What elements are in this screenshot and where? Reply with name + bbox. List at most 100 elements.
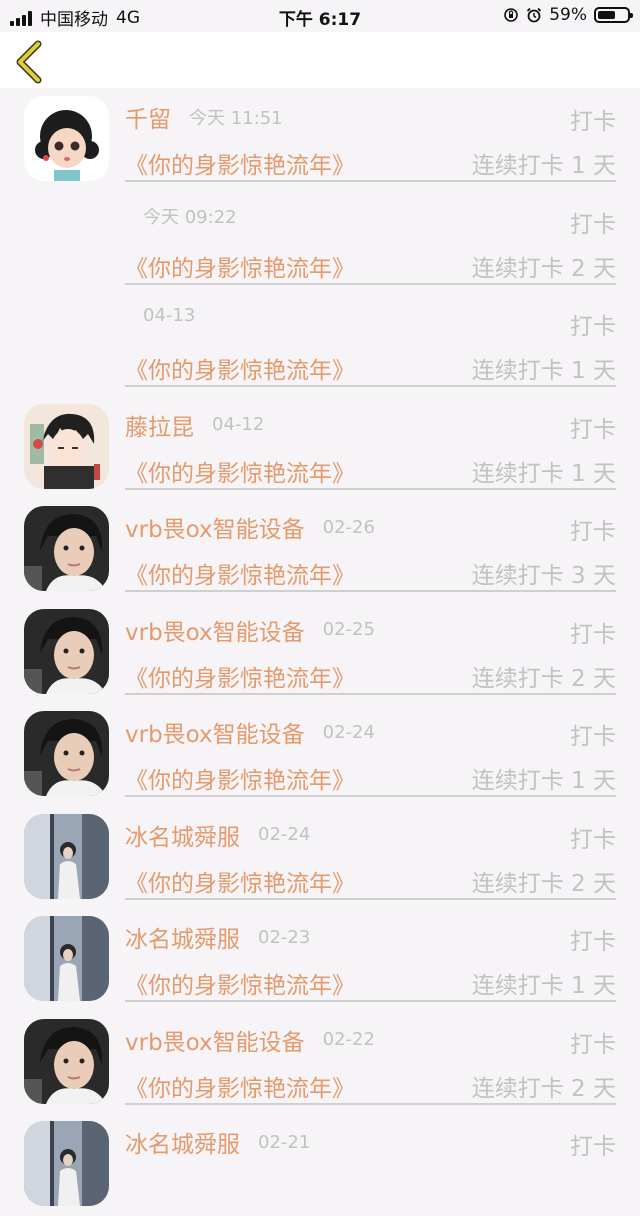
checkin-label: 打卡: [570, 109, 616, 135]
record-header: vrb畏ox智能设备 02-22 打卡: [125, 1023, 616, 1059]
book-title[interactable]: 《你的身影惊艳流年》: [125, 146, 355, 180]
checkin-row[interactable]: vrb畏ox智能设备 02-26 打卡《你的身影惊艳流年》 连续打卡 3 天: [0, 498, 640, 601]
battery-percent: 59%: [549, 5, 587, 25]
checkin-row[interactable]: vrb畏ox智能设备 02-22 打卡《你的身影惊艳流年》 连续打卡 2 天: [0, 1011, 640, 1114]
book-title[interactable]: 《你的身影惊艳流年》: [125, 864, 355, 898]
checkin-label: 打卡: [570, 519, 616, 545]
streak-count: 连续打卡 1 天: [471, 768, 616, 794]
checkin-row[interactable]: vrb畏ox智能设备 02-24 打卡《你的身影惊艳流年》 连续打卡 1 天: [0, 703, 640, 806]
checkin-label: 打卡: [570, 416, 616, 443]
user-name[interactable]: 冰名城舜服: [125, 927, 240, 953]
record-time: 02-23: [258, 926, 311, 948]
checkin-label: 打卡: [570, 1134, 616, 1160]
record-time: 02-21: [258, 1131, 311, 1153]
battery-icon: [594, 7, 633, 23]
orientation-lock-icon: [504, 8, 519, 22]
record-header: 04-13 打卡: [125, 305, 616, 341]
user-name[interactable]: vrb畏ox智能设备: [125, 517, 305, 543]
avatar[interactable]: [24, 96, 109, 181]
streak-count: 连续打卡 1 天: [471, 973, 616, 999]
record-time: 04-12: [212, 414, 265, 435]
book-title[interactable]: 《你的身影惊艳流年》: [125, 659, 355, 693]
record-time: 02-26: [322, 516, 375, 538]
chevron-left-icon: [16, 40, 42, 84]
streak-count: 连续打卡 2 天: [471, 870, 616, 897]
book-title[interactable]: 《你的身影惊艳流年》: [125, 761, 355, 795]
record-header: 千留 今天 11:51 打卡: [125, 100, 616, 136]
nav-bar: [0, 32, 640, 88]
record-header: 冰名城舜服 02-21 打卡: [125, 1125, 616, 1161]
record-detail: 《你的身影惊艳流年》 连续打卡 2 天: [125, 862, 616, 900]
record-header: vrb畏ox智能设备 02-26 打卡: [125, 510, 616, 546]
user-name[interactable]: vrb畏ox智能设备: [125, 620, 305, 646]
record-header: vrb畏ox智能设备 02-25 打卡: [125, 613, 616, 649]
record-detail: 《你的身影惊艳流年》 连续打卡 2 天: [125, 1067, 616, 1105]
record-detail: 《你的身影惊艳流年》 连续打卡 1 天: [125, 759, 616, 797]
user-name[interactable]: 千留: [125, 107, 171, 133]
streak-count: 连续打卡 1 天: [471, 460, 616, 487]
avatar[interactable]: [24, 711, 109, 796]
book-title[interactable]: 《你的身影惊艳流年》: [125, 249, 355, 283]
avatar[interactable]: [24, 608, 109, 694]
record-time: 今天 11:51: [189, 108, 283, 129]
record-header: 今天 09:22 打卡: [125, 203, 616, 239]
record-detail: 《你的身影惊艳流年》 连续打卡 2 天: [125, 657, 616, 695]
record-header: 藤拉昆 04-12 打卡: [125, 408, 616, 444]
checkin-row[interactable]: 冰名城舜服 02-21 打卡: [0, 1113, 640, 1216]
checkin-row[interactable]: 千留 今天 11:51 打卡《你的身影惊艳流年》 连续打卡 1 天: [0, 88, 640, 191]
user-name[interactable]: vrb畏ox智能设备: [125, 722, 305, 748]
checkin-row[interactable]: 今天 09:22 打卡《你的身影惊艳流年》 连续打卡 2 天: [0, 191, 640, 294]
checkin-label: 打卡: [570, 1031, 616, 1058]
record-detail: 《你的身影惊艳流年》 连续打卡 3 天: [125, 554, 616, 592]
record-header: 冰名城舜服 02-24 打卡: [125, 818, 616, 854]
record-time: 04-13: [143, 305, 196, 326]
record-detail: 《你的身影惊艳流年》 连续打卡 1 天: [125, 144, 616, 182]
streak-count: 连续打卡 2 天: [471, 255, 616, 282]
checkin-row[interactable]: 藤拉昆 04-12 打卡《你的身影惊艳流年》 连续打卡 1 天: [0, 396, 640, 499]
checkin-label: 打卡: [570, 826, 616, 853]
checkin-label: 打卡: [570, 724, 616, 750]
record-detail: 《你的身影惊艳流年》 连续打卡 2 天: [125, 247, 616, 285]
record-header: 冰名城舜服 02-23 打卡: [125, 920, 616, 956]
user-name[interactable]: 冰名城舜服: [125, 1132, 240, 1158]
checkin-list: 千留 今天 11:51 打卡 《你的身影惊艳流年》 连续打卡 1 天今天 09:22 打卡…: [0, 88, 640, 1216]
checkin-label: 打卡: [570, 929, 616, 955]
record-time: 02-24: [322, 721, 375, 743]
book-title[interactable]: 《你的身影惊艳流年》: [125, 454, 355, 488]
book-title[interactable]: 《你的身影惊艳流年》: [125, 556, 355, 590]
avatar[interactable]: [24, 1018, 109, 1104]
record-detail: 《你的身影惊艳流年》 连续打卡 1 天: [125, 964, 616, 1002]
checkin-row[interactable]: 04-13 打卡《你的身影惊艳流年》 连续打卡 1 天: [0, 293, 640, 396]
avatar[interactable]: [24, 403, 109, 489]
record-time: 02-22: [322, 1029, 375, 1050]
record-time: 02-25: [322, 619, 375, 640]
user-name[interactable]: vrb畏ox智能设备: [125, 1030, 305, 1056]
avatar[interactable]: [24, 1121, 109, 1206]
streak-count: 连续打卡 3 天: [471, 563, 616, 589]
status-right: 59%: [503, 5, 633, 25]
streak-count: 连续打卡 2 天: [471, 1075, 616, 1102]
checkin-row[interactable]: 冰名城舜服 02-24 打卡 《你的身影惊艳流年》 连续打卡 2 天: [0, 806, 640, 909]
record-detail: 《你的身影惊艳流年》 连续打卡 1 天: [125, 349, 616, 387]
streak-count: 连续打卡 2 天: [471, 665, 616, 692]
back-button[interactable]: [8, 36, 52, 84]
record-detail: 《你的身影惊艳流年》 连续打卡 1 天: [125, 452, 616, 490]
checkin-label: 打卡: [570, 211, 616, 238]
streak-count: 连续打卡 1 天: [471, 358, 616, 384]
user-name[interactable]: 藤拉昆: [125, 415, 194, 441]
checkin-row[interactable]: 冰名城舜服 02-23 打卡《你的身影惊艳流年》 连续打卡 1 天: [0, 908, 640, 1011]
checkin-label: 打卡: [570, 621, 616, 648]
checkin-label: 打卡: [570, 314, 616, 340]
user-name[interactable]: 冰名城舜服: [125, 825, 240, 851]
alarm-icon: [527, 7, 542, 23]
status-bar: 中国移动 4G 下午 6:17 59%: [0, 0, 640, 32]
book-title[interactable]: 《你的身影惊艳流年》: [125, 1069, 355, 1103]
record-header: vrb畏ox智能设备 02-24 打卡: [125, 715, 616, 751]
record-time: 今天 09:22: [143, 206, 237, 228]
avatar[interactable]: [24, 506, 109, 591]
book-title[interactable]: 《你的身影惊艳流年》: [125, 966, 355, 1000]
avatar[interactable]: [24, 916, 109, 1001]
checkin-row[interactable]: vrb畏ox智能设备 02-25 打卡《你的身影惊艳流年》 连续打卡 2 天: [0, 601, 640, 704]
book-title[interactable]: 《你的身影惊艳流年》: [125, 351, 355, 385]
avatar[interactable]: [24, 813, 109, 899]
